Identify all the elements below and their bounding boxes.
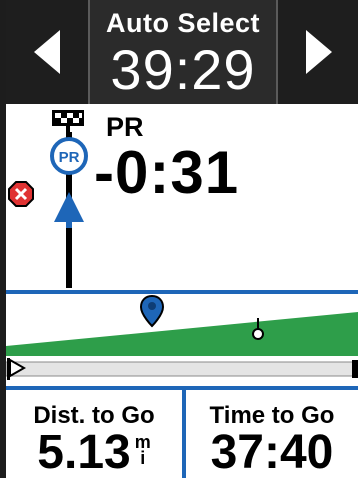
pr-time-delta: -0:31 bbox=[94, 139, 240, 206]
header-field-value: 39:29 bbox=[110, 38, 256, 101]
elevation-top-line bbox=[6, 290, 358, 294]
time-to-go-field[interactable]: Time to Go 37:40 bbox=[186, 390, 358, 478]
elevation-profile bbox=[6, 290, 358, 386]
rider-arrow-icon bbox=[54, 192, 84, 228]
terrain-fill bbox=[6, 312, 358, 356]
time-to-go-value: 37:40 bbox=[210, 426, 334, 478]
pr-marker-icon: PR bbox=[50, 137, 88, 175]
start-flag-icon bbox=[7, 358, 27, 380]
previous-screen-button[interactable] bbox=[6, 0, 90, 104]
route-progress-track bbox=[6, 361, 358, 377]
triangle-left-icon bbox=[34, 30, 60, 74]
route-end-marker bbox=[352, 360, 358, 378]
distance-to-go-value: 5.13 m i bbox=[6, 428, 182, 478]
header-field[interactable]: Auto Select 39:29 bbox=[90, 0, 276, 104]
finish-flag-icon bbox=[52, 110, 84, 132]
header-field-label: Auto Select bbox=[105, 8, 261, 38]
distance-unit: mi bbox=[135, 433, 151, 468]
off-course-icon bbox=[8, 181, 34, 207]
virtual-partner-panel: PR PR -0:31 bbox=[6, 104, 358, 290]
svg-text:PR: PR bbox=[59, 149, 80, 166]
distance-unit-bottom: i bbox=[140, 448, 146, 468]
device-screen: Auto Select 39:29 PR PR -0:31 Dist. to G… bbox=[6, 0, 358, 478]
triangle-right-icon bbox=[306, 30, 332, 74]
location-pin-icon bbox=[139, 294, 165, 328]
distance-to-go-field[interactable]: Dist. to Go 5.13 m i bbox=[6, 390, 182, 478]
header-bar: Auto Select 39:29 bbox=[6, 0, 358, 104]
elevation-graphic bbox=[6, 290, 358, 380]
next-screen-button[interactable] bbox=[276, 0, 358, 104]
distance-to-go-number: 5.13 bbox=[37, 426, 131, 478]
